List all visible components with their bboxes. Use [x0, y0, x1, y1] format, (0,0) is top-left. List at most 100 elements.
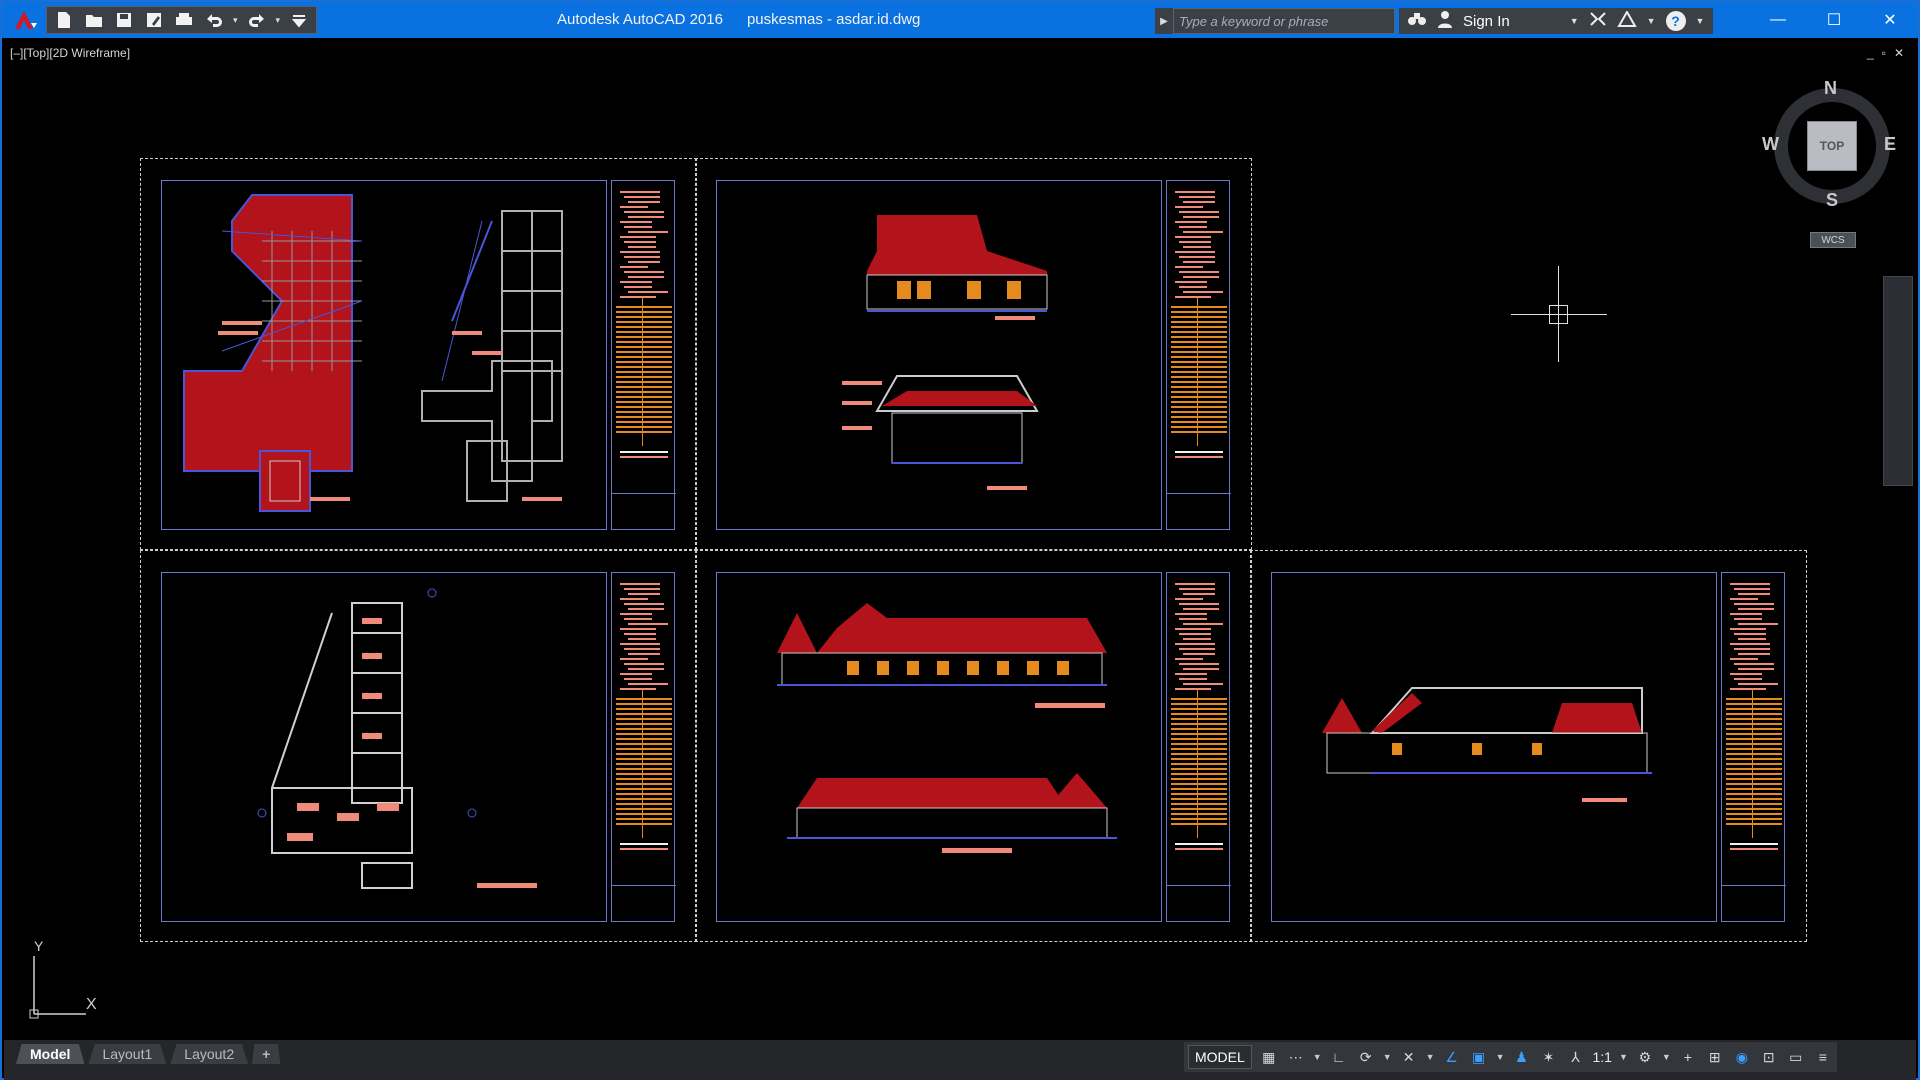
section-drawing	[1322, 687, 1652, 802]
navigation-bar[interactable]	[1883, 276, 1913, 486]
compass-east[interactable]: E	[1884, 134, 1896, 155]
new-icon[interactable]	[53, 9, 75, 31]
annotation-scale-value[interactable]: 1:1	[1592, 1049, 1611, 1065]
units-icon[interactable]: ⊞	[1705, 1047, 1725, 1067]
title-block-lines	[612, 191, 676, 494]
customize-icon[interactable]	[288, 9, 310, 31]
workspace-icon[interactable]: ⚙	[1635, 1047, 1655, 1067]
plot-icon[interactable]	[173, 9, 195, 31]
title-block-2	[1166, 180, 1231, 530]
plus-icon[interactable]: +	[1678, 1047, 1698, 1067]
sheet-floor-plan[interactable]	[161, 572, 607, 922]
floor-plan-drawing	[257, 588, 537, 889]
viewport-close-button[interactable]: ✕	[1894, 46, 1904, 60]
maximize-button[interactable]: ☐	[1806, 2, 1862, 38]
title-block-1	[611, 180, 676, 530]
help-dropdown-icon[interactable]: ▼	[1696, 16, 1705, 26]
osnap-dropdown-icon[interactable]: ▼	[1496, 1052, 1505, 1062]
sheet-section[interactable]	[1271, 572, 1717, 922]
autocad-window: ▾ ▾ Autodesk AutoCAD 2016 puskesmas - asd…	[0, 0, 1920, 1080]
user-icon[interactable]	[1437, 10, 1453, 33]
tab-layout2[interactable]: Layout2	[170, 1044, 249, 1064]
viewport-window-controls: _ ▫ ✕	[1867, 46, 1904, 60]
search-expand-icon[interactable]: ▶	[1155, 8, 1173, 34]
title-block-lines	[1722, 583, 1786, 886]
snap-dropdown-icon[interactable]: ▼	[1313, 1052, 1322, 1062]
ucs-icon: Y X	[26, 938, 106, 1022]
exchange-icon[interactable]	[1589, 11, 1607, 32]
viewport-controls-label[interactable]: [–][Top][2D Wireframe]	[10, 46, 130, 60]
viewport-minimize-button[interactable]: _	[1867, 46, 1874, 60]
wcs-label: WCS	[1821, 234, 1845, 246]
sheet-roof-plan[interactable]	[161, 180, 607, 530]
title-block-3	[611, 572, 676, 922]
viewport-restore-button[interactable]: ▫	[1882, 46, 1886, 60]
title-block-lines	[612, 583, 676, 886]
tab-layout1[interactable]: Layout1	[88, 1044, 167, 1064]
window-controls: — ☐ ✕	[1750, 2, 1918, 38]
close-button[interactable]: ✕	[1862, 2, 1918, 38]
compass-south[interactable]: S	[1826, 190, 1838, 211]
tab-model[interactable]: Model	[16, 1044, 85, 1064]
title-block-lines	[1167, 583, 1231, 886]
wcs-menu[interactable]: WCS	[1810, 232, 1856, 248]
annotation-scale-icon[interactable]: ⅄	[1565, 1047, 1585, 1067]
window-title: Autodesk AutoCAD 2016 puskesmas - asdar.i…	[557, 11, 944, 28]
isodraft-icon[interactable]: ✕	[1399, 1047, 1419, 1067]
isodraft-dropdown-icon[interactable]: ▼	[1426, 1052, 1435, 1062]
binoculars-icon[interactable]	[1407, 10, 1427, 33]
title-block-4	[1166, 572, 1231, 922]
scale-dropdown-icon[interactable]: ▼	[1619, 1052, 1628, 1062]
sheet-elevation-front[interactable]	[716, 180, 1162, 530]
ortho-icon[interactable]: ∟	[1329, 1047, 1349, 1067]
hardware-accel-icon[interactable]: ⊡	[1759, 1047, 1779, 1067]
sign-in-dropdown-icon[interactable]: ▼	[1570, 16, 1579, 26]
drawing-area[interactable]: [–][Top][2D Wireframe] _ ▫ ✕ TOP N S E W…	[4, 38, 1916, 1040]
workspace-dropdown-icon[interactable]: ▼	[1662, 1052, 1671, 1062]
compass-north[interactable]: N	[1824, 78, 1837, 99]
sheet-elevation-side[interactable]	[716, 572, 1162, 922]
title-block-5	[1721, 572, 1786, 922]
app-name: Autodesk AutoCAD 2016	[557, 11, 723, 28]
osnap-icon[interactable]: ∠	[1442, 1047, 1462, 1067]
quick-access-toolbar: ▾ ▾	[2, 5, 318, 35]
viewcube[interactable]: TOP N S E W	[1762, 78, 1902, 218]
autocad-logo-icon	[15, 11, 37, 29]
crosshair-pickbox	[1549, 305, 1568, 324]
front-elevation-drawing	[842, 215, 1048, 490]
infocenter-toolbar: Sign In ▼ ▼ ? ▼	[1399, 8, 1713, 34]
isolate-icon[interactable]: ▭	[1786, 1047, 1806, 1067]
otrack-icon[interactable]: ▣	[1469, 1047, 1489, 1067]
roof-plan-drawing	[183, 194, 563, 512]
customize-status-icon[interactable]: ≡	[1813, 1047, 1833, 1067]
quick-properties-icon[interactable]: ◉	[1732, 1047, 1752, 1067]
polar-icon[interactable]: ⟳	[1356, 1047, 1376, 1067]
snap-icon[interactable]: ⋯	[1286, 1047, 1306, 1067]
help-icon[interactable]: ?	[1665, 11, 1686, 31]
grid-icon[interactable]: ▦	[1259, 1047, 1279, 1067]
open-icon[interactable]	[83, 9, 105, 31]
compass-west[interactable]: W	[1762, 134, 1779, 155]
save-icon[interactable]	[113, 9, 135, 31]
search-input[interactable]	[1173, 8, 1395, 34]
new-layout-button[interactable]: +	[252, 1044, 281, 1064]
title-bar: ▾ ▾ Autodesk AutoCAD 2016 puskesmas - asd…	[2, 2, 1918, 38]
viewcube-top-face[interactable]: TOP	[1807, 121, 1857, 171]
a360-icon[interactable]	[1616, 9, 1637, 32]
application-menu-button[interactable]	[2, 5, 46, 35]
ucs-x-label: X	[86, 996, 97, 1013]
file-name: puskesmas - asdar.id.dwg	[746, 11, 921, 28]
a360-dropdown-icon[interactable]: ▼	[1647, 16, 1656, 26]
polar-dropdown-icon[interactable]: ▼	[1383, 1052, 1392, 1062]
redo-icon[interactable]	[246, 9, 268, 31]
save-as-icon[interactable]	[143, 9, 165, 31]
model-space-button[interactable]: MODEL	[1188, 1045, 1252, 1069]
sign-in-button[interactable]: Sign In	[1463, 13, 1510, 30]
autoscale-icon[interactable]: ✶	[1538, 1047, 1558, 1067]
title-block-lines	[1167, 191, 1231, 494]
help-label: ?	[1671, 13, 1680, 29]
annotation-visibility-icon[interactable]: ♟	[1511, 1047, 1531, 1067]
infocenter: ▶	[1155, 8, 1395, 34]
undo-icon[interactable]	[203, 9, 225, 31]
minimize-button[interactable]: —	[1750, 2, 1806, 38]
